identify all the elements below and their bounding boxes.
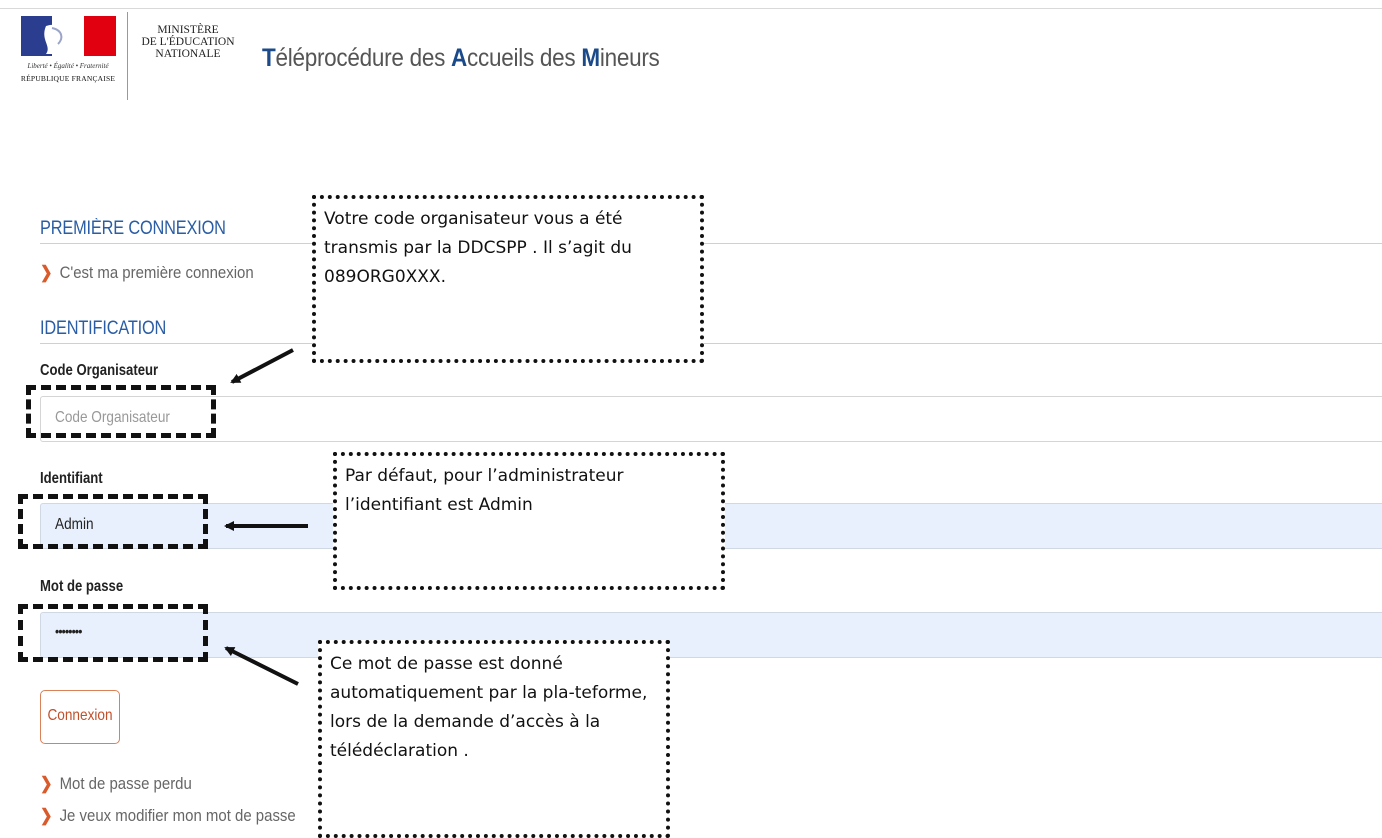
arrow-to-password-field [224, 646, 299, 686]
annotation-arrows [224, 348, 308, 686]
arrow-to-code-field [230, 348, 294, 384]
